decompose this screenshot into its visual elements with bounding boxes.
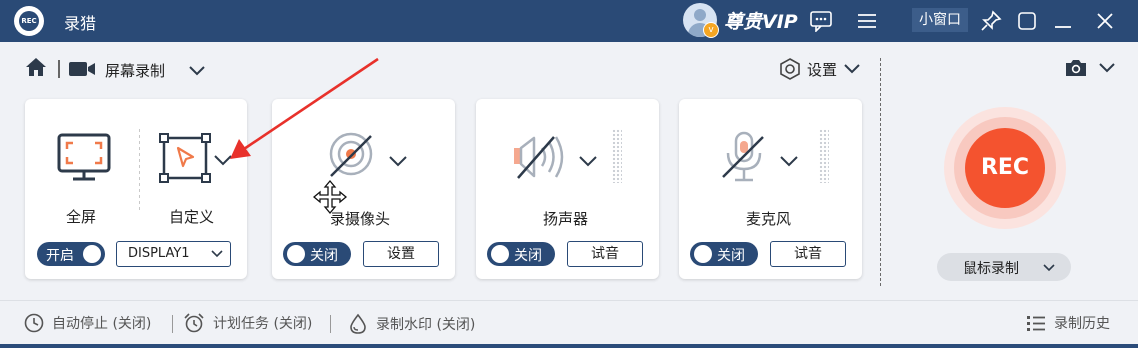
speaker-toggle[interactable]: 关闭 (487, 242, 555, 266)
schedule-item[interactable]: 计划任务 (关闭) (183, 313, 312, 333)
panel-divider (880, 58, 881, 286)
app-logo: REC (14, 6, 44, 36)
microphone-level-meter (819, 129, 829, 183)
menu-icon[interactable] (854, 8, 880, 34)
nav-divider (58, 60, 60, 78)
history-item[interactable]: 录制历史 (1026, 313, 1110, 333)
screen-toggle[interactable]: 开启 (37, 242, 105, 266)
auto-stop-item[interactable]: 自动停止 (关闭) (24, 313, 151, 333)
chevron-down-icon (1099, 63, 1115, 73)
mode-label[interactable]: 屏幕录制 (105, 60, 165, 81)
custom-region-icon[interactable] (159, 133, 211, 187)
settings-label: 设置 (807, 60, 838, 79)
chevron-down-icon (1043, 264, 1055, 272)
webcam-label[interactable]: 录摄像头 (330, 208, 390, 229)
card-divider (139, 129, 140, 213)
fullscreen-label[interactable]: 全屏 (66, 206, 96, 227)
watermark-item[interactable]: 录制水印 (关闭) (348, 313, 475, 335)
list-icon (1027, 316, 1045, 331)
custom-label[interactable]: 自定义 (169, 206, 214, 227)
clock-icon (24, 313, 44, 333)
chevron-down-icon[interactable] (188, 62, 206, 81)
vip-crown-icon: v (703, 22, 719, 38)
chevron-down-icon (211, 250, 223, 258)
minimize-line-icon[interactable] (1050, 8, 1076, 34)
settings-menu[interactable]: 设置 (779, 58, 861, 80)
app-window: REC 录猎 v 尊贵VIP 小窗口 屏幕录制 设置 全屏 自定义 开启 DIS… (0, 0, 1138, 344)
webcam-toggle[interactable]: 关闭 (283, 242, 351, 266)
display-select[interactable]: DISPLAY1 (116, 241, 231, 267)
mouse-record-select[interactable]: 鼠标录制 (937, 253, 1071, 281)
display-select-value: DISPLAY1 (128, 246, 190, 261)
video-camera-icon (68, 60, 96, 82)
auto-stop-label: 自动停止 (关闭) (52, 316, 152, 332)
screenshot-menu[interactable] (1064, 58, 1116, 78)
microphone-off-icon[interactable] (719, 131, 769, 189)
home-icon[interactable] (24, 56, 48, 82)
history-label: 录制历史 (1054, 316, 1110, 332)
footer-divider (172, 315, 173, 333)
droplet-icon (350, 313, 366, 334)
toggle-knob (491, 245, 509, 263)
speaker-label[interactable]: 扬声器 (543, 208, 588, 229)
speaker-off-icon[interactable] (512, 132, 572, 186)
microphone-toggle[interactable]: 关闭 (690, 242, 758, 266)
microphone-test-button[interactable]: 试音 (770, 241, 846, 267)
logo-text: REC (19, 11, 39, 31)
camera-icon (1066, 60, 1086, 76)
rec-button[interactable]: REC (965, 128, 1045, 208)
speaker-toggle-label: 关闭 (514, 248, 542, 264)
chevron-down-icon (844, 64, 860, 74)
footer-bar: 自动停止 (关闭) 计划任务 (关闭) 录制水印 (关闭) 录制历史 (0, 300, 1138, 344)
chat-icon[interactable] (808, 8, 834, 34)
toggle-knob (83, 245, 101, 263)
webcam-settings-button[interactable]: 设置 (363, 241, 439, 267)
toggle-knob (694, 245, 712, 263)
mode-bar: 屏幕录制 设置 (0, 42, 1138, 98)
screen-area-card: 全屏 自定义 开启 DISPLAY1 (25, 99, 247, 279)
microphone-card: 麦克风 关闭 试音 (679, 99, 862, 279)
footer-divider (330, 315, 331, 333)
annotation-arrow (230, 57, 379, 159)
microphone-label[interactable]: 麦克风 (746, 208, 791, 229)
microphone-toggle-label: 关闭 (717, 248, 745, 264)
speaker-card: 扬声器 关闭 试音 (476, 99, 659, 279)
speaker-test-button[interactable]: 试音 (567, 241, 643, 267)
microphone-chevron-icon[interactable] (779, 153, 799, 172)
pin-icon[interactable] (978, 8, 1004, 34)
app-title: 录猎 (64, 14, 97, 33)
title-bar: REC 录猎 v 尊贵VIP 小窗口 (0, 0, 1138, 42)
minimize-icon[interactable] (1014, 8, 1040, 34)
toggle-knob (287, 245, 305, 263)
schedule-label: 计划任务 (关闭) (213, 316, 313, 332)
mini-window-button[interactable]: 小窗口 (912, 8, 968, 32)
close-icon[interactable] (1092, 8, 1118, 34)
alarm-clock-icon (184, 313, 204, 333)
speaker-chevron-icon[interactable] (578, 153, 598, 172)
vip-label[interactable]: 尊贵VIP (724, 7, 798, 34)
speaker-level-meter (612, 129, 622, 183)
watermark-label: 录制水印 (关闭) (376, 317, 476, 333)
screen-toggle-label: 开启 (46, 248, 74, 264)
webcam-chevron-icon[interactable] (388, 153, 408, 172)
settings-hexagon-icon (780, 58, 800, 80)
fullscreen-monitor-icon[interactable] (57, 133, 111, 187)
webcam-toggle-label: 关闭 (310, 248, 338, 264)
mouse-record-label: 鼠标录制 (963, 261, 1019, 277)
